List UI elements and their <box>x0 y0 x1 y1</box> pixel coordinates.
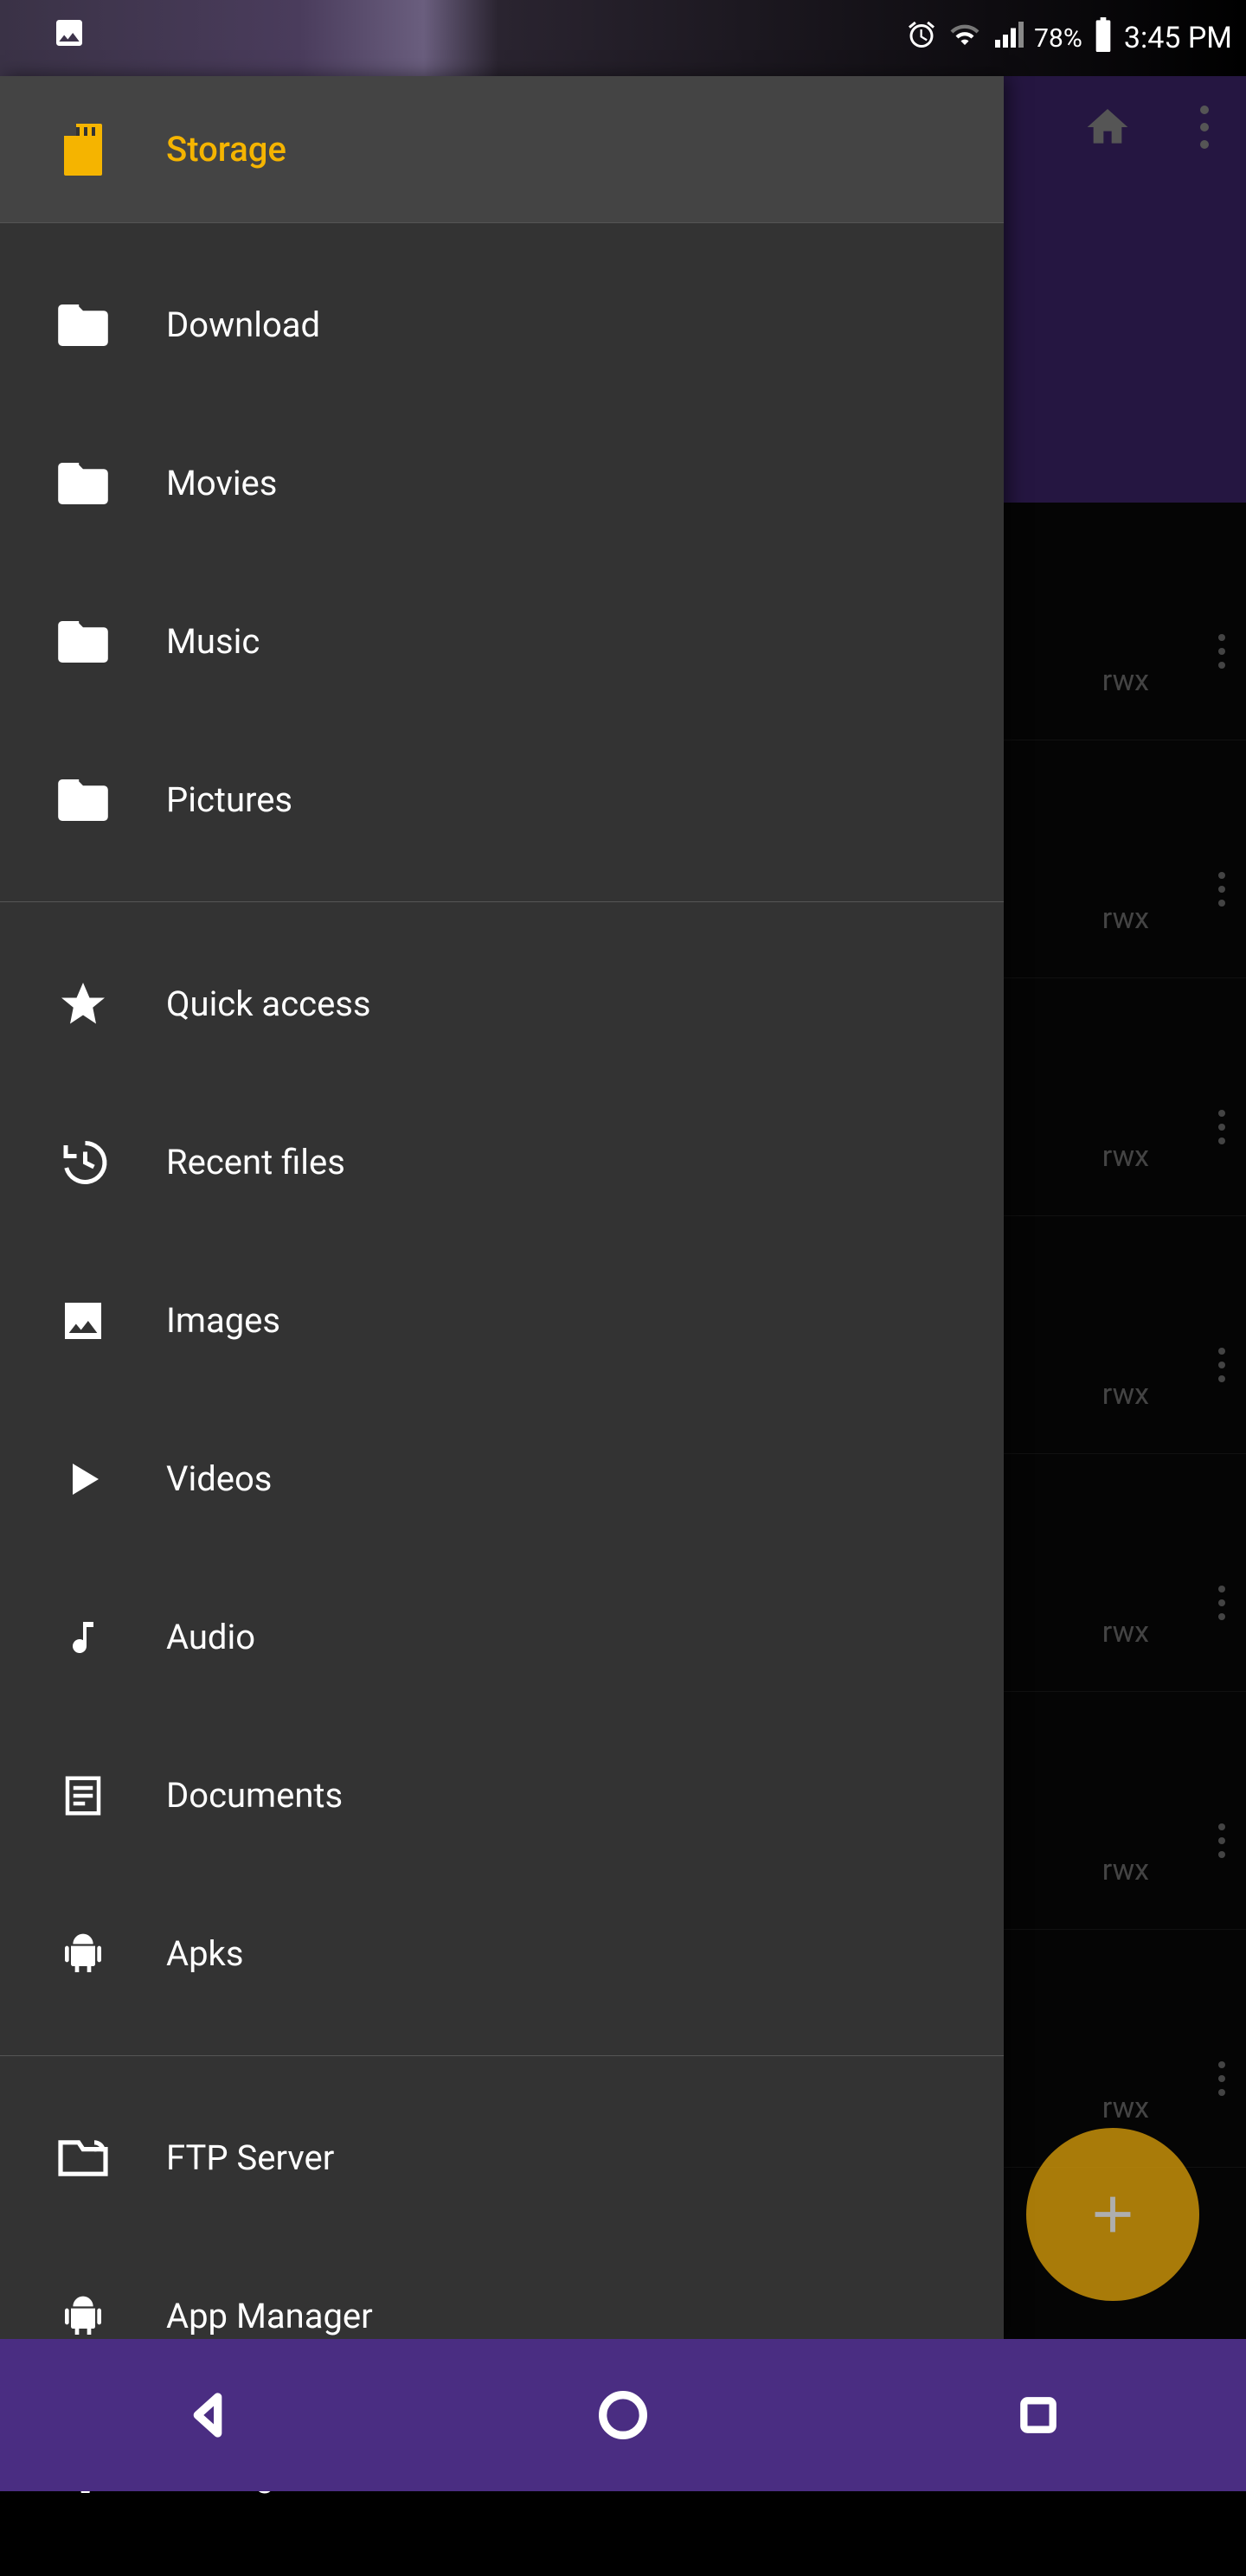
sd-card-icon <box>64 124 102 176</box>
ftp-icon <box>55 2136 111 2181</box>
folder-icon <box>57 779 109 821</box>
drawer-item-label: Audio <box>166 1617 255 1657</box>
fab-add-button[interactable] <box>1026 2128 1199 2301</box>
drawer-section-folders: Download Movies Music Pictures <box>0 223 1004 902</box>
drawer-item-label: Videos <box>166 1458 272 1499</box>
wifi-icon <box>947 19 982 57</box>
drawer-header-label: Storage <box>166 129 286 170</box>
image-icon <box>59 1297 107 1345</box>
drawer-item-label: Download <box>166 304 320 345</box>
star-icon <box>57 978 109 1030</box>
drawer-item-label: Documents <box>166 1775 343 1816</box>
nav-recent-button[interactable] <box>1004 2381 1073 2450</box>
drawer-item-audio[interactable]: Audio <box>0 1558 1004 1716</box>
drawer-item-label: Recent files <box>166 1142 345 1182</box>
drawer-item-recent-files[interactable]: Recent files <box>0 1083 1004 1241</box>
drawer-item-label: FTP Server <box>166 2137 334 2178</box>
signal-icon <box>992 19 1024 57</box>
folder-icon <box>57 463 109 504</box>
drawer-item-label: Quick access <box>166 984 371 1024</box>
drawer-item-music[interactable]: Music <box>0 562 1004 721</box>
drawer-item-label: Images <box>166 1300 280 1341</box>
drawer-item-label: Pictures <box>166 779 292 820</box>
navigation-bar <box>0 2339 1246 2491</box>
drawer-item-apks[interactable]: Apks <box>0 1874 1004 2033</box>
drawer-item-label: App Manager <box>166 2296 373 2336</box>
document-icon <box>60 1770 106 1822</box>
drawer-item-documents[interactable]: Documents <box>0 1716 1004 1874</box>
notification-image-icon <box>52 16 87 57</box>
history-icon <box>57 1137 109 1189</box>
drawer-item-ftp-server[interactable]: FTP Server <box>0 2079 1004 2237</box>
drawer-item-label: Music <box>166 621 260 662</box>
play-icon <box>62 1456 104 1503</box>
android-icon <box>59 2289 107 2344</box>
drawer-item-pictures[interactable]: Pictures <box>0 721 1004 879</box>
nav-home-button[interactable] <box>588 2381 658 2450</box>
drawer-item-label: Movies <box>166 463 277 503</box>
drawer-item-videos[interactable]: Videos <box>0 1400 1004 1558</box>
drawer-header-storage[interactable]: Storage <box>0 76 1004 223</box>
battery-icon <box>1093 17 1114 59</box>
drawer-section-tools: FTP Server App Manager Settings <box>0 2056 1004 2576</box>
drawer-item-movies[interactable]: Movies <box>0 404 1004 562</box>
drawer-item-quick-access[interactable]: Quick access <box>0 925 1004 1083</box>
nav-back-button[interactable] <box>173 2381 242 2450</box>
battery-pct: 78% <box>1034 23 1082 54</box>
drawer-item-images[interactable]: Images <box>0 1241 1004 1400</box>
clock-time: 3:45 PM <box>1124 21 1232 55</box>
drawer-item-download[interactable]: Download <box>0 246 1004 404</box>
folder-icon <box>57 621 109 663</box>
drawer-item-label: Apks <box>166 1933 243 1974</box>
folder-icon <box>57 304 109 346</box>
audio-icon <box>62 1612 104 1663</box>
android-icon <box>59 1926 107 1982</box>
status-bar: 78% 3:45 PM <box>0 0 1246 76</box>
drawer-section-library: Quick access Recent files Images Videos … <box>0 902 1004 2056</box>
alarm-icon <box>906 19 937 57</box>
navigation-drawer: Storage Download Movies Music Pictures Q… <box>0 76 1004 2339</box>
